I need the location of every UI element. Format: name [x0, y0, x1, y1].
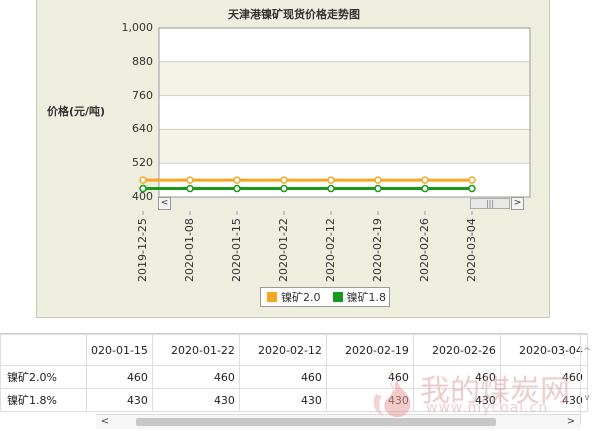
x-tick-label: 2020-03-04 [465, 218, 478, 282]
data-point [374, 176, 382, 184]
column-header: 2020-02-26 [412, 334, 501, 366]
table-horizontal-scrollbar[interactable]: < > [96, 414, 580, 429]
chart-panel: 天津港镍矿现货价格走势图 价格(元/吨) 1,000 880 760 640 520 40… [36, 0, 550, 318]
y-tick-label: 400 [132, 190, 153, 203]
legend-swatch-nickel-1-8 [332, 292, 343, 302]
table-cell: 460 [499, 365, 588, 389]
data-point [421, 184, 429, 193]
y-tick-label: 880 [132, 54, 153, 68]
data-point [468, 184, 476, 193]
data-point [186, 184, 194, 193]
scroll-right-button[interactable]: > [511, 197, 524, 210]
table-cell: 430 [86, 388, 153, 412]
table-cell: 460 [151, 365, 240, 389]
column-header: 2020-02-12 [238, 334, 327, 366]
grid-band [159, 129, 530, 164]
table-cell: 460 [412, 365, 501, 389]
data-point [468, 176, 476, 184]
chevron-left-icon: < [160, 198, 169, 208]
row-header: 镍矿1.8% [0, 388, 87, 412]
grip-icon: ||| [485, 199, 495, 208]
legend-label-nickel-2-0[interactable]: 镍矿2.0 [281, 289, 321, 305]
legend-label-nickel-1-8[interactable]: 镍矿1.8 [347, 289, 387, 305]
x-tick-label: 2020-02-12 [324, 218, 337, 282]
table-cell: 460 [238, 365, 327, 389]
grid-band [159, 61, 530, 96]
data-table: 020-01-15 2020-01-22 2020-02-12 2020-02-… [0, 334, 588, 412]
x-tick-label: 2020-02-26 [418, 218, 431, 282]
table-cell: 430 [412, 388, 501, 412]
x-tick-label: 2020-01-22 [277, 218, 290, 282]
data-table-container: 020-01-15 2020-01-22 2020-02-12 2020-02-… [0, 333, 588, 426]
y-tick-label: 1,000 [121, 21, 154, 34]
data-point [421, 176, 429, 184]
x-tick-label: 2020-01-08 [183, 218, 196, 282]
row-header: 镍矿2.0% [0, 365, 87, 389]
grid-band [159, 95, 530, 130]
table-row: 镍矿1.8% 430 430 430 430 430 430 [0, 388, 588, 412]
column-header: 020-01-15 [86, 334, 153, 366]
x-tick-label: 2020-01-15 [230, 218, 243, 282]
column-header: 2020-02-19 [325, 334, 414, 366]
chart-legend: 镍矿2.0 镍矿1.8 [260, 287, 390, 307]
x-tick-label: 2019-12-25 [136, 218, 149, 282]
chart-title: 天津港镍矿现货价格走势图 [228, 8, 360, 21]
data-point [186, 176, 194, 184]
y-tick-label: 520 [132, 156, 153, 170]
column-header: 2020-03-04 [499, 334, 588, 366]
data-point [327, 184, 335, 193]
scroll-left-arrow-icon[interactable]: < [98, 415, 112, 429]
scroll-up-icon[interactable]: ^ [581, 347, 593, 359]
table-header-row: 020-01-15 2020-01-22 2020-02-12 2020-02-… [0, 334, 588, 366]
table-row: 镍矿2.0% 460 460 460 460 460 460 [0, 365, 588, 389]
table-cell: 460 [325, 365, 414, 389]
chart-range-scrollbar[interactable]: < ||| > [158, 197, 524, 211]
horizontal-scroll-thumb[interactable] [136, 418, 496, 426]
table-cell: 430 [499, 388, 588, 412]
legend-swatch-nickel-2-0 [267, 292, 277, 302]
data-point [374, 184, 382, 193]
data-point [139, 176, 147, 184]
data-point [327, 176, 335, 184]
column-header: 2020-01-22 [151, 334, 240, 366]
y-tick-label: 640 [132, 122, 153, 136]
table-cell: 430 [238, 388, 327, 412]
data-point [233, 176, 241, 184]
y-tick-label: 760 [132, 88, 153, 102]
y-axis-label: 价格(元/吨) [47, 105, 106, 118]
x-tick-label: 2020-02-19 [371, 218, 384, 282]
data-point [233, 184, 241, 193]
scroll-left-button[interactable]: < [158, 197, 171, 210]
data-point [280, 184, 288, 193]
scroll-thumb[interactable]: ||| [470, 198, 510, 209]
table-corner-cell [0, 334, 87, 366]
table-cell: 430 [151, 388, 240, 412]
scroll-right-arrow-icon[interactable]: > [564, 415, 578, 429]
table-cell: 460 [86, 365, 153, 389]
grid-band [159, 28, 530, 62]
table-vertical-scrollbar[interactable]: ^ v [580, 333, 593, 425]
chevron-right-icon: > [513, 198, 522, 208]
data-point [280, 176, 288, 184]
scroll-down-icon[interactable]: v [581, 393, 593, 405]
table-cell: 430 [325, 388, 414, 412]
